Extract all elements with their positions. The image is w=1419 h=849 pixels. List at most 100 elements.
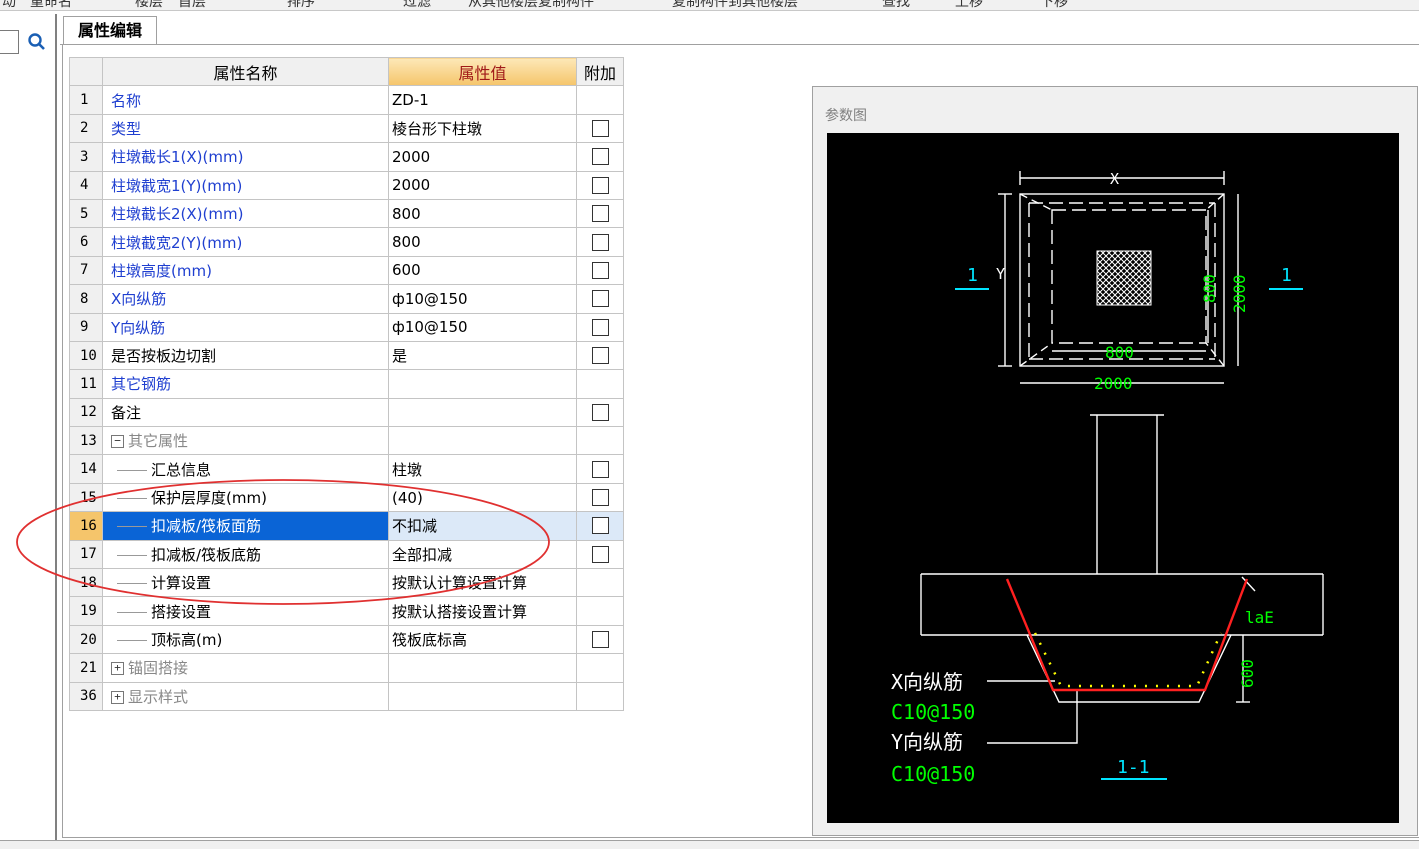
tab-property-edit[interactable]: 属性编辑 xyxy=(63,16,157,45)
toolbar-item[interactable]: 查找 xyxy=(882,0,910,10)
extra-checkbox[interactable] xyxy=(591,205,609,223)
toolbar-item[interactable]: 排序 xyxy=(287,0,315,10)
property-name-cell[interactable]: X向纵筋 xyxy=(102,284,389,314)
extra-checkbox[interactable] xyxy=(591,261,609,279)
property-name-cell[interactable]: 是否按板边切割 xyxy=(102,340,389,371)
property-value-cell[interactable]: 棱台形下柱墩 xyxy=(388,113,577,144)
extra-checkbox[interactable] xyxy=(591,318,609,336)
property-name-cell[interactable]: 备注 xyxy=(102,397,389,428)
extra-checkbox[interactable] xyxy=(591,233,609,251)
extra-checkbox[interactable] xyxy=(591,517,609,535)
search-input[interactable] xyxy=(0,30,19,54)
property-name-cell[interactable]: Y向纵筋 xyxy=(102,312,389,342)
property-name-cell[interactable]: 柱墩截宽1(Y)(mm) xyxy=(102,170,389,200)
property-name-cell[interactable]: 扣减板/筏板底筋 xyxy=(102,539,389,570)
property-value-cell[interactable]: ф10@150 xyxy=(388,312,577,342)
property-name-cell[interactable]: 计算设置 xyxy=(102,568,389,598)
property-name-cell[interactable]: 保护层厚度(mm) xyxy=(102,482,389,513)
extra-checkbox[interactable] xyxy=(591,119,609,137)
table-row[interactable]: 9 Y向纵筋 ф10@150 xyxy=(69,312,624,342)
extra-header[interactable]: 附加 xyxy=(576,56,624,87)
property-name-cell[interactable]: 汇总信息 xyxy=(102,454,389,484)
expand-icon[interactable]: + xyxy=(111,690,124,704)
property-name-cell[interactable]: 其它钢筋 xyxy=(102,369,389,399)
table-row[interactable]: 10 是否按板边切割 是 xyxy=(69,340,624,371)
table-row[interactable]: 15 保护层厚度(mm) (40) xyxy=(69,482,624,513)
property-value-cell[interactable]: 800 xyxy=(388,227,577,257)
property-name-cell[interactable]: 柱墩截长1(X)(mm) xyxy=(102,142,389,172)
extra-checkbox[interactable] xyxy=(591,631,609,648)
property-name-header[interactable]: 属性名称 xyxy=(102,56,389,87)
property-value-cell[interactable] xyxy=(388,426,577,456)
table-row[interactable]: 6 柱墩截宽2(Y)(mm) 800 xyxy=(69,227,624,257)
extra-checkbox[interactable] xyxy=(591,176,609,194)
extra-checkbox[interactable] xyxy=(591,460,609,478)
property-value-cell[interactable]: 2000 xyxy=(388,170,577,200)
toolbar-item[interactable]: 首层 xyxy=(178,0,206,10)
table-row[interactable]: 5 柱墩截长2(X)(mm) 800 xyxy=(69,198,624,229)
table-row[interactable]: 8 X向纵筋 ф10@150 xyxy=(69,284,624,314)
search-button[interactable] xyxy=(25,30,49,54)
property-value-cell[interactable]: ZD-1 xyxy=(388,85,577,115)
property-name-cell[interactable]: 搭接设置 xyxy=(102,596,389,626)
table-row[interactable]: 18 计算设置 按默认计算设置计算 xyxy=(69,568,624,598)
property-value-cell[interactable]: 800 xyxy=(388,198,577,229)
property-value-header[interactable]: 属性值 xyxy=(388,56,577,87)
property-value-cell[interactable] xyxy=(388,681,577,711)
expand-icon[interactable]: + xyxy=(111,662,124,676)
property-value-cell[interactable]: 柱墩 xyxy=(388,454,577,484)
extra-checkbox[interactable] xyxy=(591,545,609,563)
toolbar-item[interactable]: 动 xyxy=(2,0,16,10)
table-row[interactable]: 13− 其它属性 xyxy=(69,426,624,456)
property-name-cell[interactable]: − 其它属性 xyxy=(102,426,389,456)
property-value-cell[interactable]: 全部扣减 xyxy=(388,539,577,570)
table-row[interactable]: 21 + 锚固搭接 xyxy=(69,653,624,683)
property-value-cell[interactable]: 2000 xyxy=(388,142,577,172)
property-value-cell[interactable] xyxy=(388,397,577,428)
property-value-cell[interactable] xyxy=(388,369,577,399)
table-row[interactable]: 3 柱墩截长1(X)(mm) 2000 xyxy=(69,142,624,172)
table-row[interactable]: 1 名称 ZD-1 xyxy=(69,85,624,115)
table-row[interactable]: 11 其它钢筋 xyxy=(69,369,624,399)
extra-checkbox[interactable] xyxy=(591,290,609,308)
property-name-cell[interactable]: 类型 xyxy=(102,113,389,144)
property-value-cell[interactable]: 按默认搭接设置计算 xyxy=(388,596,577,626)
table-row[interactable]: 19 搭接设置 按默认搭接设置计算 xyxy=(69,596,624,626)
toolbar-item[interactable]: 楼层 xyxy=(135,0,163,10)
property-name-cell[interactable]: + 显示样式 xyxy=(102,681,389,711)
extra-checkbox[interactable] xyxy=(591,403,609,421)
table-row[interactable]: 20 顶标高(m) 筏板底标高 xyxy=(69,624,624,655)
property-name-cell[interactable]: + 锚固搭接 xyxy=(102,653,389,683)
property-name-cell[interactable]: 柱墩高度(mm) xyxy=(102,255,389,286)
toolbar-item[interactable]: 复制构件到其他楼层 xyxy=(672,0,798,10)
toolbar-item[interactable]: 下移 xyxy=(1040,0,1068,10)
table-row[interactable]: 12 备注 xyxy=(69,397,624,428)
toolbar-item[interactable]: 重命名 xyxy=(30,0,72,10)
table-row[interactable]: 17 扣减板/筏板底筋 全部扣减 xyxy=(69,539,624,570)
property-name-cell[interactable]: 顶标高(m) xyxy=(102,624,389,655)
property-name-cell[interactable]: 扣减板/筏板面筋 xyxy=(102,511,389,541)
table-row[interactable]: 16 扣减板/筏板面筋 不扣减 xyxy=(69,511,624,541)
toolbar-item[interactable]: 上移 xyxy=(955,0,983,10)
table-row[interactable]: 7 柱墩高度(mm) 600 xyxy=(69,255,624,286)
extra-checkbox[interactable] xyxy=(591,347,609,365)
table-row[interactable]: 36 + 显示样式 xyxy=(69,681,624,711)
table-row[interactable]: 2 类型 棱台形下柱墩 xyxy=(69,113,624,144)
toolbar-item[interactable]: 从其他楼层复制构件 xyxy=(468,0,594,10)
table-row[interactable]: 14 汇总信息 柱墩 xyxy=(69,454,624,484)
extra-checkbox[interactable] xyxy=(591,148,609,166)
property-name-cell[interactable]: 柱墩截宽2(Y)(mm) xyxy=(102,227,389,257)
property-value-cell[interactable] xyxy=(388,653,577,683)
collapse-icon[interactable]: − xyxy=(111,435,124,449)
property-value-cell[interactable]: (40) xyxy=(388,482,577,513)
table-row[interactable]: 4 柱墩截宽1(Y)(mm) 2000 xyxy=(69,170,624,200)
property-value-cell[interactable]: ф10@150 xyxy=(388,284,577,314)
property-name-cell[interactable]: 柱墩截长2(X)(mm) xyxy=(102,198,389,229)
property-value-cell[interactable]: 不扣减 xyxy=(388,511,577,541)
property-value-cell[interactable]: 筏板底标高 xyxy=(388,624,577,655)
property-value-cell[interactable]: 600 xyxy=(388,255,577,286)
toolbar-item[interactable]: 过滤 xyxy=(403,0,431,10)
property-value-cell[interactable]: 是 xyxy=(388,340,577,371)
property-value-cell[interactable]: 按默认计算设置计算 xyxy=(388,568,577,598)
extra-checkbox[interactable] xyxy=(591,489,609,507)
